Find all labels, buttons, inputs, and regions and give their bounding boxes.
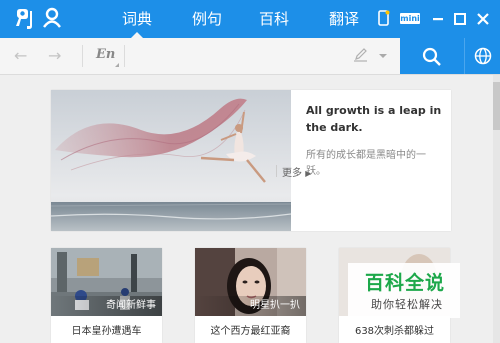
dancer-image — [51, 90, 291, 231]
card-title[interactable]: 这个西方最红亚裔 — [195, 322, 306, 337]
card-title[interactable]: 日本皇孙遭遇车 — [51, 322, 162, 337]
globe-icon — [474, 47, 492, 69]
chevron-down-icon[interactable] — [379, 54, 387, 58]
divider — [276, 165, 277, 177]
news-image: 明星扒一扒 — [195, 248, 306, 316]
scrollbar-thumb[interactable] — [493, 82, 500, 130]
search-input[interactable] — [129, 43, 348, 71]
chevron-right-icon: ▶ — [305, 169, 312, 178]
mobile-icon[interactable] — [378, 10, 394, 26]
app-logo-icon[interactable] — [14, 7, 38, 31]
top-bar: 词典 例句 百科 翻译 mini — [0, 0, 500, 38]
minimize-icon[interactable] — [430, 11, 446, 27]
news-card[interactable]: 奇闻新鲜事 日本皇孙遭遇车 — [51, 248, 162, 343]
web-search-button[interactable] — [464, 38, 500, 74]
tab-examples[interactable]: 例句 — [184, 0, 230, 38]
more-link[interactable]: 更多 ▶ — [282, 164, 311, 179]
forward-arrow-icon[interactable]: → — [48, 47, 61, 65]
search-icon — [422, 47, 442, 71]
more-label: 更多 — [282, 168, 302, 179]
handwriting-icon[interactable] — [352, 47, 370, 67]
mini-mode-button[interactable]: mini — [400, 13, 420, 24]
news-card[interactable]: 明星扒一扒 这个西方最红亚裔 — [195, 248, 306, 343]
user-icon[interactable] — [42, 7, 62, 29]
daily-quote-card[interactable]: All growth is a leap in the dark. 所有的成长都… — [51, 90, 451, 231]
back-arrow-icon[interactable]: ← — [14, 47, 27, 65]
card-title[interactable]: 638次刺杀都躲过 — [339, 322, 450, 337]
card-category: 明星扒一扒 — [195, 296, 306, 316]
card-category: 奇闻新鲜事 — [51, 296, 162, 316]
quote-chinese: 所有的成长都是黑暗中的一跃。 — [306, 150, 426, 177]
close-icon[interactable] — [475, 11, 491, 27]
watermark-subtitle: 助你轻松解决 — [371, 298, 443, 311]
divider — [124, 45, 125, 67]
maximize-icon[interactable] — [452, 11, 468, 27]
news-image: 奇闻新鲜事 — [51, 248, 162, 316]
tab-translate[interactable]: 翻译 — [321, 0, 367, 38]
tab-encyclopedia[interactable]: 百科 — [251, 0, 297, 38]
language-selector[interactable]: En — [96, 47, 115, 62]
watermark-title: 百科全说 — [365, 272, 446, 294]
quote-text: All growth is a leap in the dark. 所有的成长都… — [306, 102, 444, 180]
divider — [82, 45, 83, 67]
quote-english: All growth is a leap in the dark. — [306, 104, 442, 134]
tab-dictionary[interactable]: 词典 — [114, 0, 160, 38]
search-button[interactable] — [400, 38, 464, 74]
language-corner-icon — [115, 63, 119, 67]
